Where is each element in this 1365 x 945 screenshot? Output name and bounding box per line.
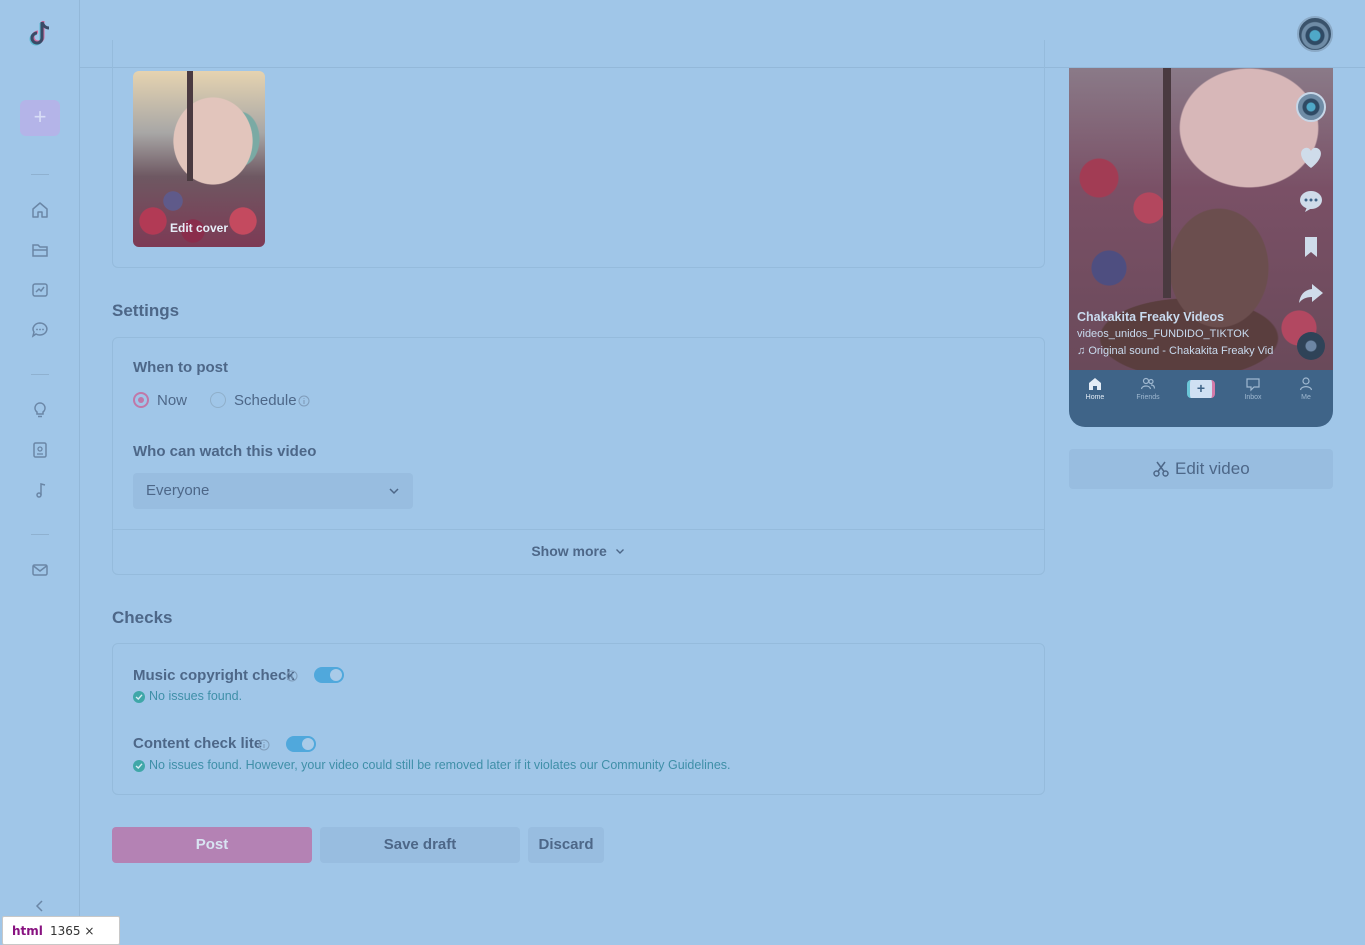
nav-friends-label: Friends bbox=[1136, 394, 1160, 401]
content-check-label: Content check lite bbox=[133, 735, 263, 752]
schedule-info-icon[interactable] bbox=[298, 394, 310, 407]
music-note-icon[interactable] bbox=[30, 480, 50, 500]
privacy-select-value: Everyone bbox=[146, 482, 210, 499]
bookmark-icon[interactable] bbox=[1295, 232, 1327, 262]
nav-home-label: Home bbox=[1085, 394, 1105, 401]
scissors-icon bbox=[1153, 461, 1169, 477]
preview-bottom-nav: Home Friends + Inbox Me bbox=[1069, 370, 1333, 427]
user-avatar[interactable] bbox=[1297, 16, 1333, 52]
sidebar-divider bbox=[31, 534, 49, 535]
music-note-icon: ♫ bbox=[1077, 345, 1089, 357]
music-copyright-label: Music copyright check bbox=[133, 667, 295, 684]
chocolate-pour-image bbox=[1163, 68, 1171, 298]
home-icon[interactable] bbox=[30, 200, 50, 220]
inbox-icon bbox=[1246, 378, 1260, 392]
preview-sound: ♫ Original sound - Chakakita Freaky Vid bbox=[1077, 345, 1273, 357]
heart-icon[interactable] bbox=[1295, 142, 1327, 172]
chevron-down-icon bbox=[615, 549, 624, 554]
discard-button[interactable]: Discard bbox=[528, 827, 604, 863]
folder-icon[interactable] bbox=[30, 240, 50, 260]
music-check-result: No issues found. bbox=[149, 689, 243, 703]
settings-title: Settings bbox=[112, 301, 180, 320]
sidebar-divider bbox=[31, 374, 49, 375]
check-circle-icon bbox=[133, 691, 145, 703]
edit-video-label: Edit video bbox=[1175, 459, 1250, 478]
radio-schedule[interactable] bbox=[210, 392, 226, 408]
checks-title: Checks bbox=[112, 608, 173, 627]
tiktok-logo-icon[interactable] bbox=[26, 18, 54, 48]
sound-disc-icon bbox=[1297, 332, 1325, 360]
nav-friends: Friends bbox=[1128, 376, 1168, 401]
edit-cover-label[interactable]: Edit cover bbox=[133, 221, 265, 235]
music-check-info-icon[interactable] bbox=[286, 669, 298, 682]
sidebar: + bbox=[0, 0, 80, 945]
devtools-size-badge: html 1365 × 945 bbox=[2, 916, 120, 945]
analytics-icon[interactable] bbox=[30, 280, 50, 300]
nav-me-label: Me bbox=[1301, 394, 1311, 401]
devtools-tag: html bbox=[12, 924, 43, 938]
friends-icon bbox=[1140, 377, 1156, 390]
cover-thumbnail[interactable]: Edit cover bbox=[133, 71, 265, 247]
show-more-button[interactable]: Show more bbox=[113, 543, 1044, 559]
who-can-watch-label: Who can watch this video bbox=[133, 443, 317, 460]
checks-card bbox=[112, 643, 1045, 795]
show-more-label: Show more bbox=[531, 543, 607, 559]
content-check-toggle[interactable] bbox=[286, 736, 316, 752]
profile-icon bbox=[1299, 377, 1313, 391]
create-plus-icon: + bbox=[1187, 380, 1215, 398]
home-icon bbox=[1089, 378, 1101, 390]
radio-schedule-label[interactable]: Schedule bbox=[234, 392, 297, 409]
divider bbox=[113, 529, 1044, 530]
chocolate-pour-image bbox=[187, 71, 193, 181]
chevron-down-icon bbox=[387, 484, 401, 498]
preview-username: Chakakita Freaky Videos bbox=[1077, 310, 1225, 324]
save-draft-button[interactable]: Save draft bbox=[320, 827, 520, 863]
nav-me: Me bbox=[1286, 376, 1326, 401]
mail-icon[interactable] bbox=[30, 560, 50, 580]
check-circle-icon bbox=[133, 760, 145, 772]
devtools-size: 1365 × 945 bbox=[50, 924, 95, 938]
nav-inbox: Inbox bbox=[1233, 376, 1273, 401]
preview-sound-label: Original sound - Chakakita Freaky Vid bbox=[1088, 345, 1274, 357]
post-button[interactable]: Post bbox=[112, 827, 312, 863]
music-check-toggle[interactable] bbox=[314, 667, 344, 683]
edit-video-button[interactable]: Edit video bbox=[1069, 449, 1333, 489]
privacy-select[interactable]: Everyone bbox=[133, 473, 413, 509]
when-to-post-label: When to post bbox=[133, 359, 228, 376]
nav-home: Home bbox=[1075, 376, 1115, 401]
creator-avatar[interactable] bbox=[1296, 92, 1326, 122]
upload-button[interactable]: + bbox=[20, 100, 60, 136]
content-check-info-icon[interactable] bbox=[258, 738, 270, 751]
academy-icon[interactable] bbox=[30, 440, 50, 460]
preview-caption: videos_unidos_FUNDIDO_TIKTOK bbox=[1077, 328, 1250, 340]
nav-inbox-label: Inbox bbox=[1244, 394, 1262, 401]
video-preview-phone: Chakakita Freaky Videos videos_unidos_FU… bbox=[1069, 68, 1333, 427]
content-check-result: No issues found. However, your video cou… bbox=[149, 758, 731, 772]
comments-icon[interactable] bbox=[30, 320, 50, 340]
sidebar-divider bbox=[31, 174, 49, 175]
share-icon[interactable] bbox=[1295, 278, 1327, 308]
preview-video-frame[interactable] bbox=[1069, 68, 1333, 370]
collapse-sidebar-chevron-icon[interactable] bbox=[32, 898, 48, 914]
lightbulb-icon[interactable] bbox=[30, 400, 50, 420]
radio-now-label[interactable]: Now bbox=[157, 392, 187, 409]
radio-now[interactable] bbox=[133, 392, 149, 408]
comment-bubble-icon[interactable] bbox=[1295, 186, 1327, 216]
